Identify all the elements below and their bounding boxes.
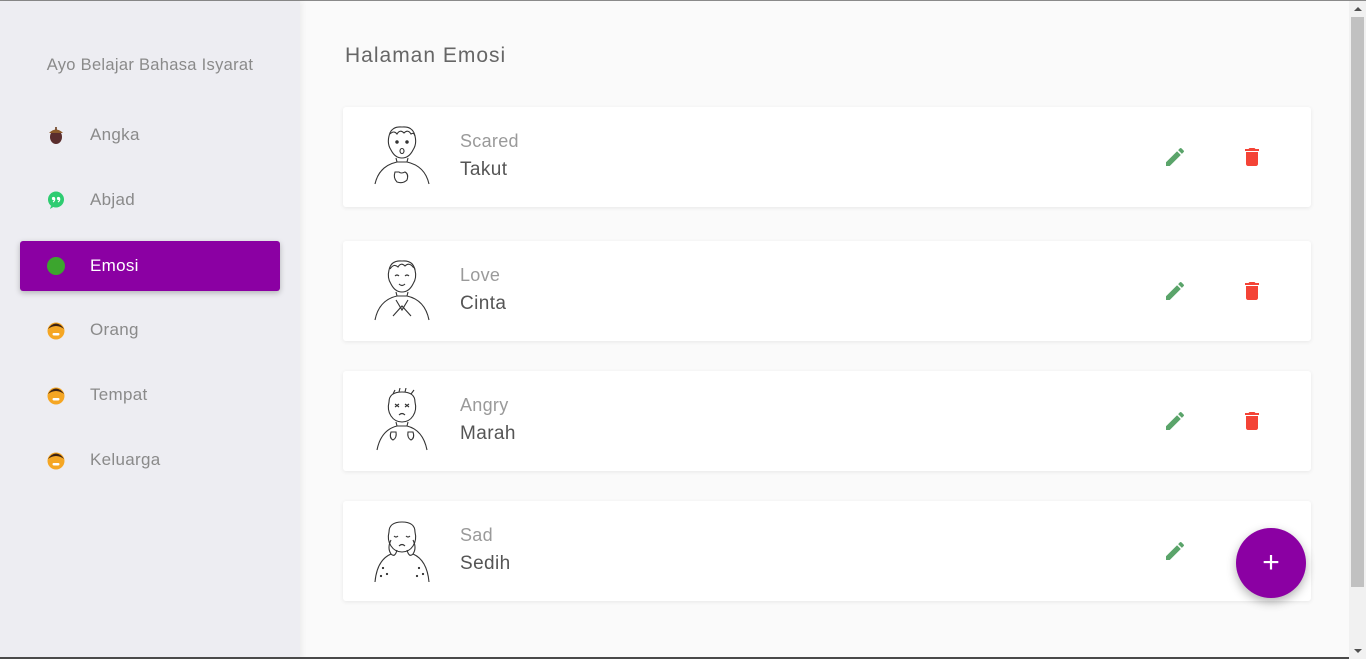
app-brand: Ayo Belajar Bahasa Isyarat: [46, 56, 254, 74]
sidebar-item-keluarga[interactable]: Keluarga: [20, 435, 280, 485]
scared-sign-illustration: [374, 126, 430, 185]
emotion-indonesian-label: Cinta: [460, 293, 507, 314]
emotion-indonesian-label: Sedih: [460, 553, 511, 574]
edit-icon[interactable]: [1163, 279, 1187, 303]
person-face-icon: [47, 322, 65, 340]
scrollbar-thumb[interactable]: [1351, 17, 1364, 587]
love-sign-illustration: [374, 260, 430, 321]
acorn-icon: [49, 127, 63, 144]
edit-icon[interactable]: [1163, 145, 1187, 169]
scroll-up-arrow-icon[interactable]: [1349, 1, 1366, 17]
sidebar-item-label: Emosi: [90, 256, 139, 275]
sidebar-item-orang[interactable]: Orang: [20, 305, 280, 355]
sidebar-item-abjad[interactable]: Abjad: [20, 175, 280, 225]
emotion-english-label: Sad: [460, 525, 493, 545]
angry-sign-illustration: [376, 388, 428, 451]
sidebar-item-tempat[interactable]: Tempat: [20, 370, 280, 420]
scrollbar[interactable]: [1349, 1, 1366, 659]
sidebar-item-label: Keluarga: [90, 450, 161, 469]
sidebar-item-label: Tempat: [90, 385, 148, 404]
sidebar-item-emosi[interactable]: Emosi: [20, 241, 280, 291]
emotion-card-love[interactable]: Love Cinta: [343, 241, 1311, 341]
chat-quote-icon: [48, 191, 64, 209]
person-face-icon: [47, 452, 65, 470]
emotion-card-scared[interactable]: Scared Takut: [343, 107, 1311, 207]
delete-icon[interactable]: [1240, 145, 1264, 169]
person-face-icon: [47, 387, 65, 405]
emotion-indonesian-label: Marah: [460, 423, 516, 444]
delete-icon[interactable]: [1240, 279, 1264, 303]
emotion-english-label: Angry: [460, 395, 509, 415]
scroll-down-arrow-icon[interactable]: [1349, 643, 1366, 659]
green-circle-icon: [47, 257, 65, 275]
sad-sign-illustration: [374, 521, 430, 583]
sidebar: Ayo Belajar Bahasa Isyarat Angka Abjad E…: [0, 1, 300, 659]
emotion-card-sad[interactable]: Sad Sedih: [343, 501, 1311, 601]
edit-icon[interactable]: [1163, 539, 1187, 563]
add-emotion-button[interactable]: +: [1236, 528, 1306, 598]
plus-icon: +: [1262, 546, 1280, 579]
emotion-english-label: Love: [460, 265, 501, 285]
emotion-indonesian-label: Takut: [460, 159, 508, 180]
delete-icon[interactable]: [1240, 409, 1264, 433]
sidebar-item-label: Abjad: [90, 190, 135, 209]
emotion-card-angry[interactable]: Angry Marah: [343, 371, 1311, 471]
page-title: Halaman Emosi: [345, 44, 507, 67]
sidebar-item-label: Orang: [90, 320, 139, 339]
sidebar-item-label: Angka: [90, 125, 140, 144]
sidebar-item-angka[interactable]: Angka: [20, 110, 280, 160]
emotion-english-label: Scared: [460, 131, 519, 151]
edit-icon[interactable]: [1163, 409, 1187, 433]
